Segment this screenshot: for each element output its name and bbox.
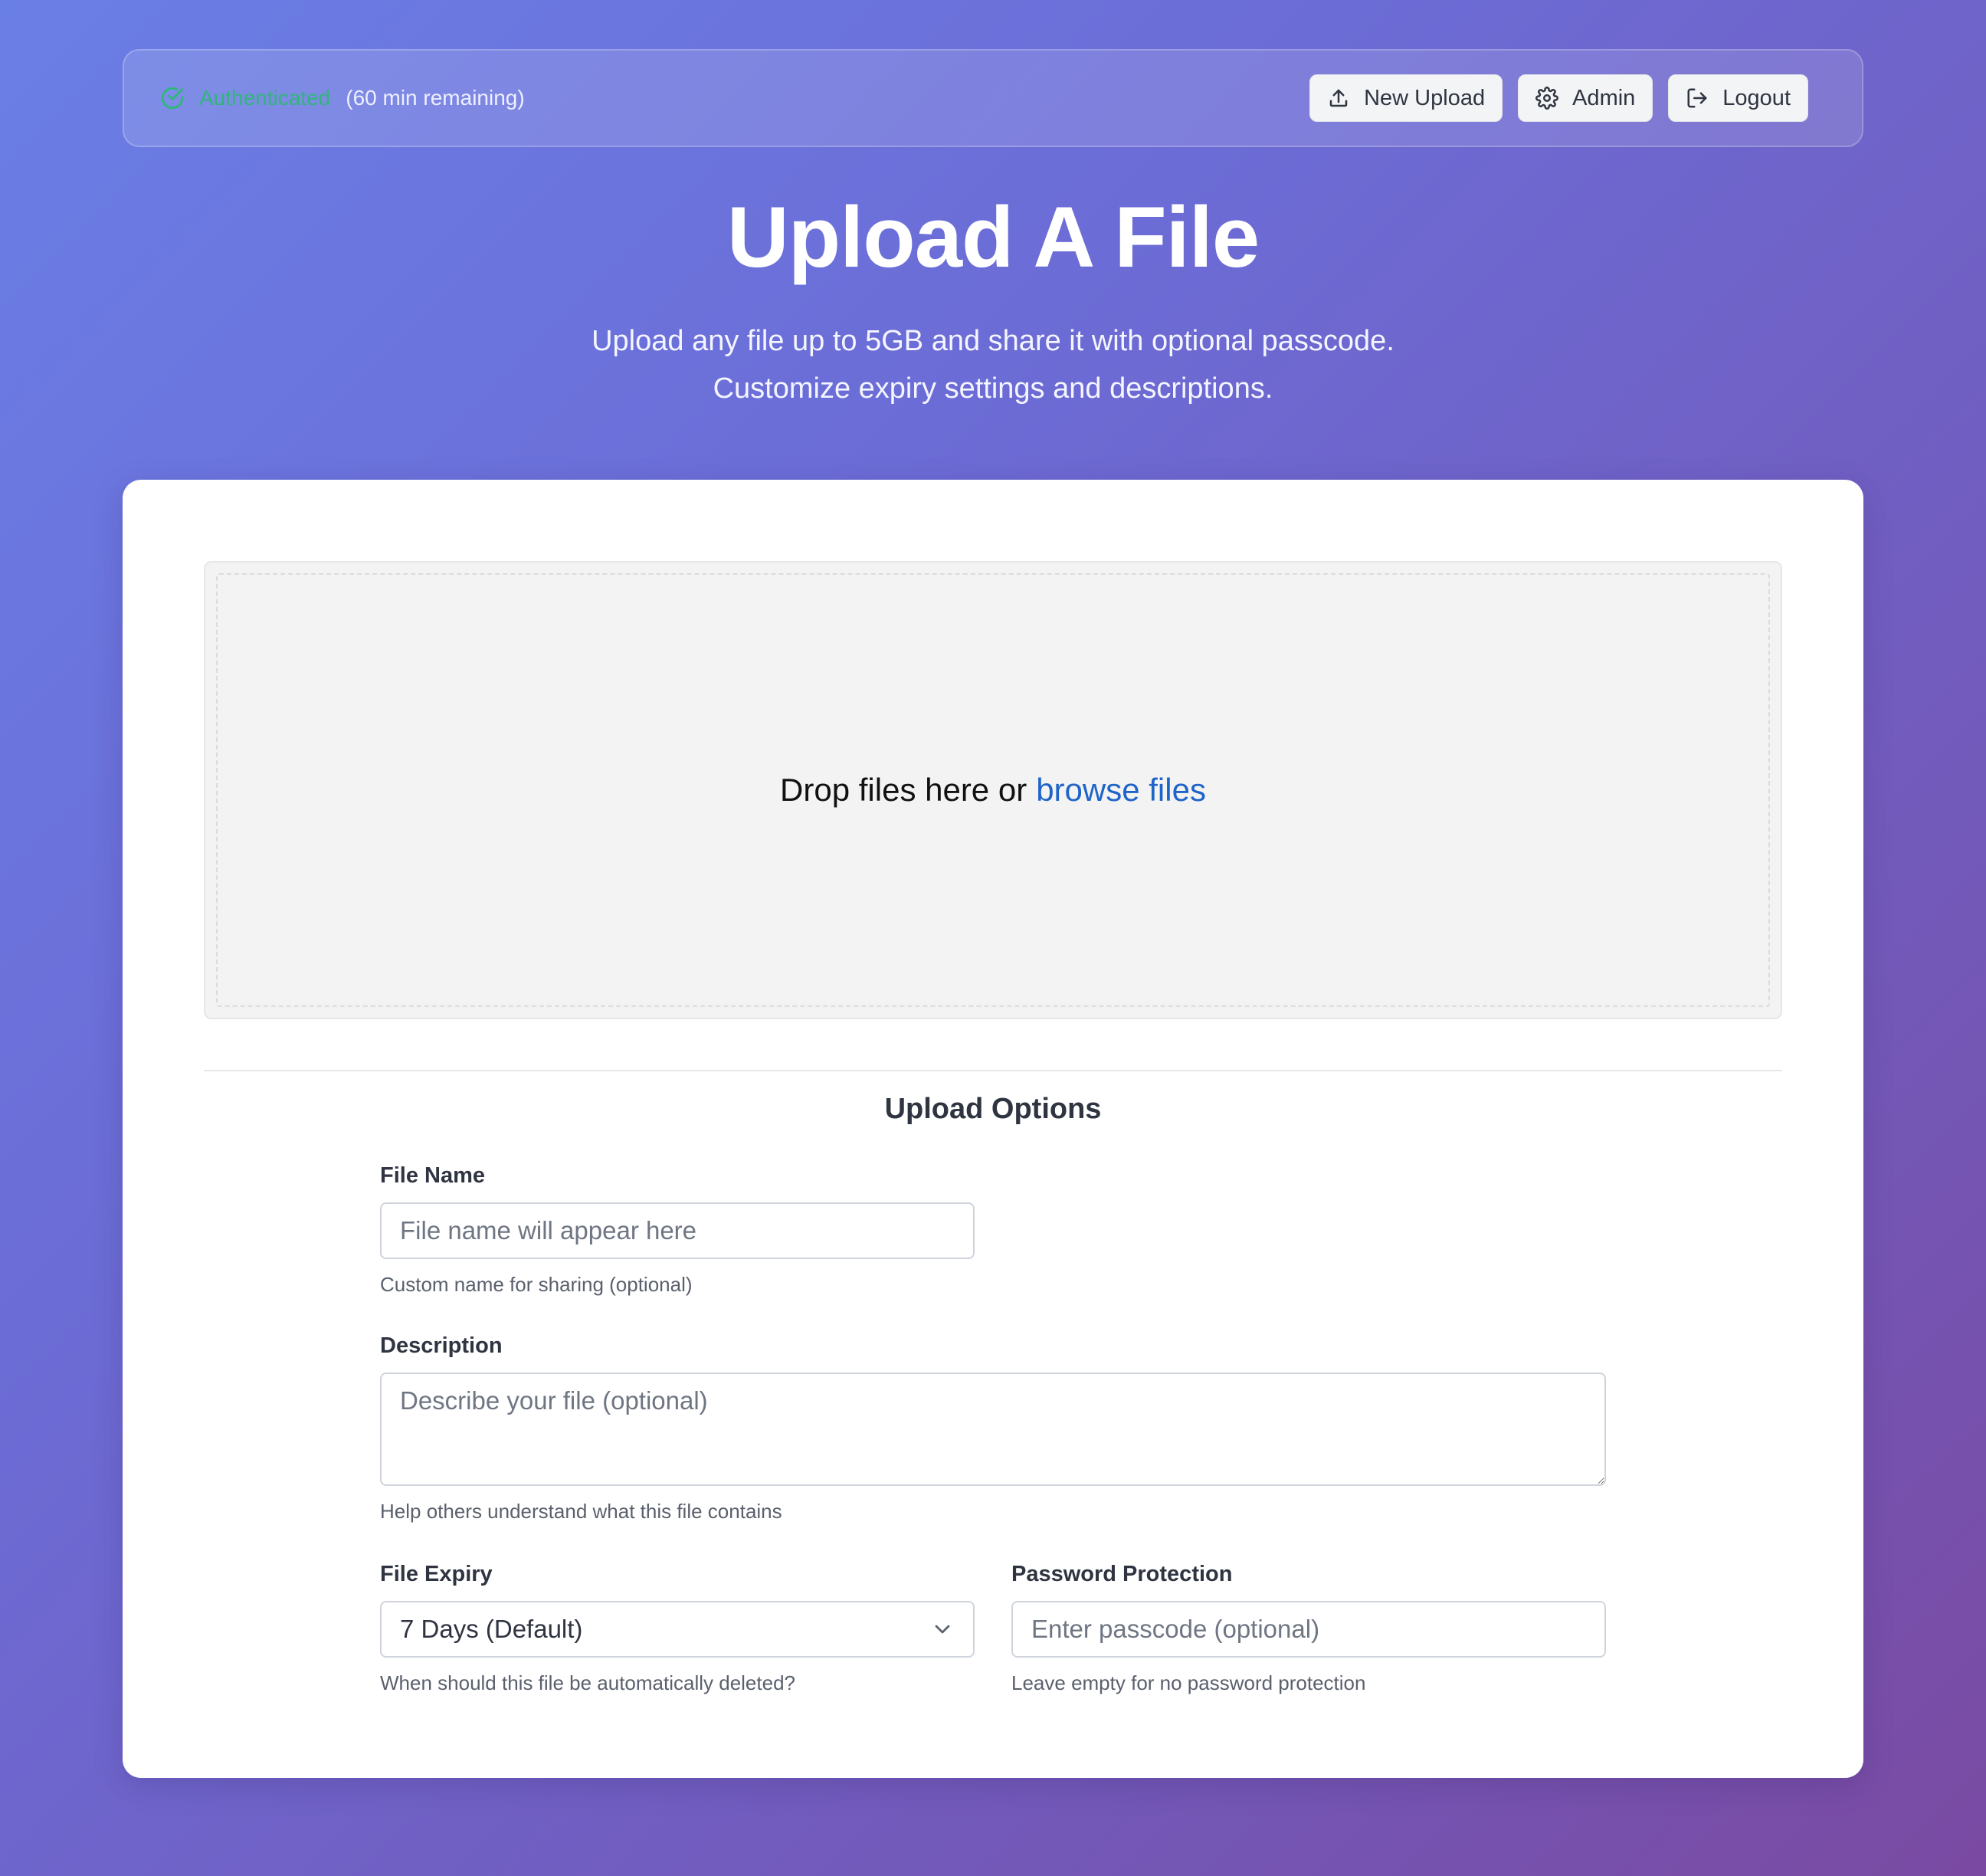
header-actions: New Upload Admin Logout [1309,74,1808,122]
subtitle-line-1: Upload any file up to 5GB and share it w… [592,325,1394,357]
description-hint: Help others understand what this file co… [380,1500,782,1523]
file-name-hint: Custom name for sharing (optional) [380,1273,693,1296]
file-expiry-hint: When should this file be automatically d… [380,1671,795,1694]
page-subtitle: Upload any file up to 5GB and share it w… [0,317,1986,412]
logout-button[interactable]: Logout [1668,74,1808,122]
description-field: Description Help others understand what … [380,1333,1606,1523]
passcode-input[interactable] [1011,1601,1606,1658]
upload-card: Drop files here or browse files Upload O… [123,480,1863,1778]
file-name-label: File Name [380,1163,485,1188]
dropzone-area[interactable]: Drop files here or browse files [216,573,1770,1007]
subtitle-line-2: Customize expiry settings and descriptio… [713,372,1273,405]
dropzone-text: Drop files here or [780,772,1027,808]
logout-icon [1686,87,1709,110]
description-label: Description [380,1333,503,1358]
file-expiry-label: File Expiry [380,1562,493,1586]
new-upload-label: New Upload [1364,85,1486,110]
file-name-field: File Name Custom name for sharing (optio… [380,1163,975,1297]
auth-status: Authenticated (60 min remaining) [159,85,525,111]
upload-options-title: Upload Options [884,1093,1102,1125]
auth-status-label: Authenticated [199,86,331,110]
admin-button[interactable]: Admin [1518,74,1653,122]
browse-files-link[interactable]: browse files [1036,772,1206,808]
file-name-input[interactable] [380,1202,975,1259]
file-expiry-selected: 7 Days (Default) [400,1615,583,1643]
upload-icon [1327,87,1350,110]
gear-icon [1535,87,1559,110]
hero: Upload A File Upload any file up to 5GB … [0,184,1986,412]
password-label: Password Protection [1011,1562,1233,1586]
check-circle-icon [159,85,185,111]
new-upload-button[interactable]: New Upload [1309,74,1503,122]
password-hint: Leave empty for no password protection [1011,1671,1366,1694]
logout-label: Logout [1722,85,1791,110]
page-title: Upload A File [726,189,1260,285]
section-divider [204,1070,1782,1071]
top-bar: Authenticated (60 min remaining) New Upl… [123,49,1863,147]
admin-label: Admin [1572,85,1636,110]
description-textarea[interactable] [380,1373,1606,1486]
session-remaining: (60 min remaining) [346,86,525,110]
chevron-down-icon [930,1617,955,1642]
file-dropzone[interactable]: Drop files here or browse files [204,561,1782,1019]
file-expiry-field: File Expiry 7 Days (Default) When should… [380,1562,975,1695]
password-field: Password Protection Leave empty for no p… [1011,1562,1606,1695]
file-expiry-select[interactable]: 7 Days (Default) [380,1601,975,1658]
